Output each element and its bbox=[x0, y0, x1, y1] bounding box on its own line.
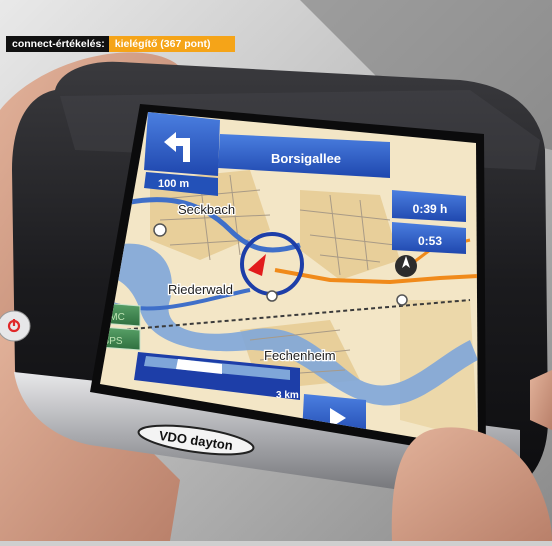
compass-icon[interactable] bbox=[395, 255, 417, 277]
turn-instruction-panel[interactable]: 100 m bbox=[144, 112, 220, 196]
power-button[interactable] bbox=[0, 310, 31, 342]
rating-label: connect-értékelés: bbox=[6, 36, 109, 52]
place-label: Riederwald bbox=[168, 282, 233, 297]
poi-icon bbox=[266, 290, 278, 302]
rating-badge: connect-értékelés: kielégítő (367 pont) bbox=[6, 36, 235, 52]
poi-icon bbox=[396, 294, 408, 306]
turn-distance: 100 m bbox=[158, 178, 189, 190]
time-remaining: 0:39 h bbox=[413, 202, 448, 216]
place-label: Fechenheim bbox=[264, 348, 336, 363]
rating-value: kielégítő (367 pont) bbox=[108, 36, 235, 52]
arrival-time: 0:53 bbox=[418, 234, 442, 248]
street-name: Borsigallee bbox=[271, 151, 341, 166]
poi-icon bbox=[153, 223, 167, 237]
gps-photo-scene: VDO dayton Seckbach Riederwald Fechenhei… bbox=[0, 0, 552, 541]
place-label: Seckbach bbox=[178, 202, 235, 217]
scale-label: 3 km bbox=[276, 390, 299, 401]
